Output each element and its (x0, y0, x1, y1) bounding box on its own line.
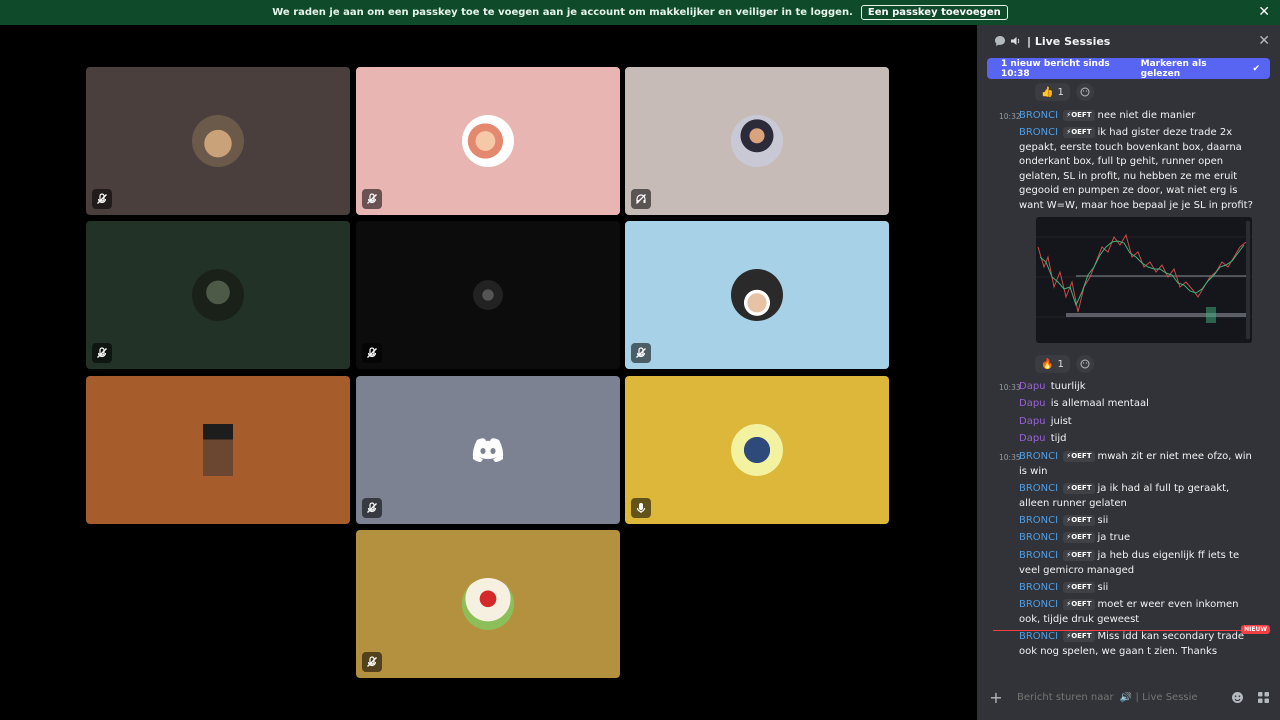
participant-tile[interactable] (356, 67, 620, 215)
reaction-row: 🔥 1 (1035, 355, 1094, 373)
role-tag: ⚡OEFT (1063, 483, 1095, 494)
timestamp: 10:33 (999, 383, 1021, 392)
avatar (462, 269, 514, 321)
video-grid (0, 25, 975, 720)
reaction-thumbs-up[interactable]: 👍 1 (1035, 83, 1070, 101)
author-name[interactable]: BRONCI (1019, 110, 1058, 121)
mic-muted-icon (92, 343, 112, 363)
message-text: nee niet die manier (1097, 110, 1196, 121)
reaction-fire[interactable]: 🔥 1 (1035, 355, 1070, 373)
speaker-icon (1009, 34, 1023, 48)
reaction-count: 1 (1057, 358, 1064, 370)
avatar (192, 269, 244, 321)
channel-title: | Live Sessies (1027, 34, 1111, 48)
timestamp: 10:32 (999, 112, 1021, 121)
participant-tile[interactable] (86, 221, 350, 369)
chat-header: | Live Sessies ✕ (977, 25, 1280, 57)
timestamp: 10:35 (999, 453, 1021, 462)
avatar (462, 578, 514, 630)
message-text: tuurlijk (1050, 381, 1086, 392)
reaction-emoji: 👍 (1041, 86, 1054, 98)
add-reaction-icon[interactable] (1075, 355, 1094, 373)
mic-muted-icon (362, 652, 382, 672)
avatar (192, 115, 244, 167)
avatar (462, 115, 514, 167)
message-text: sii (1097, 515, 1109, 526)
mic-muted-icon (362, 498, 382, 518)
chat-panel: | Live Sessies ✕ 1 nieuw bericht sinds 1… (977, 25, 1280, 720)
message-text: sii (1097, 582, 1109, 593)
author-name[interactable]: BRONCI (1019, 550, 1058, 561)
participant-tile[interactable] (625, 67, 889, 215)
mic-muted-icon (362, 343, 382, 363)
message-text: juist (1050, 416, 1072, 427)
mark-read-icon: ✔ (1252, 63, 1260, 74)
author-name[interactable]: BRONCI (1019, 483, 1058, 494)
author-name[interactable]: Dapu (1019, 416, 1046, 427)
new-messages-bar[interactable]: 1 nieuw bericht sinds 10:38 Markeren als… (987, 58, 1270, 79)
mark-as-read-label: Markeren als gelezen (1140, 58, 1207, 79)
avatar (731, 424, 783, 476)
mic-icon (631, 498, 651, 518)
apps-icon[interactable] (1256, 690, 1270, 704)
participant-tile[interactable] (86, 67, 350, 215)
mic-muted-icon (92, 189, 112, 209)
role-tag: ⚡OEFT (1063, 631, 1095, 642)
reaction-count: 1 (1057, 86, 1064, 98)
author-name[interactable]: Dapu (1019, 398, 1046, 409)
participant-tile[interactable] (356, 221, 620, 369)
role-tag: ⚡OEFT (1063, 532, 1095, 543)
author-name[interactable]: Dapu (1019, 433, 1046, 444)
message-text: ik had gister deze trade 2x gepakt, eers… (1019, 127, 1253, 211)
message-input[interactable] (1017, 691, 1197, 703)
deafened-icon (631, 189, 651, 209)
mic-muted-icon (362, 189, 382, 209)
close-icon[interactable]: ✕ (1258, 4, 1270, 20)
message-text: tijd (1050, 433, 1067, 444)
author-name[interactable]: BRONCI (1019, 532, 1058, 543)
role-tag: ⚡OEFT (1063, 127, 1095, 138)
trade-chart-image[interactable] (1036, 217, 1252, 343)
role-tag: ⚡OEFT (1063, 110, 1095, 121)
author-name[interactable]: BRONCI (1019, 599, 1058, 610)
role-tag: ⚡OEFT (1063, 550, 1095, 561)
banner-text: We raden je aan om een passkey toe te vo… (272, 7, 853, 18)
close-icon[interactable]: ✕ (1258, 33, 1270, 49)
author-name[interactable]: BRONCI (1019, 631, 1058, 642)
chat-bubble-icon (993, 34, 1007, 48)
author-name[interactable]: BRONCI (1019, 127, 1058, 138)
emoji-icon[interactable] (1230, 690, 1244, 704)
reaction-emoji: 🔥 (1041, 358, 1054, 370)
message-composer: + (989, 683, 1270, 711)
author-name[interactable]: BRONCI (1019, 515, 1058, 526)
mark-as-read-button[interactable]: Markeren als gelezen ✔ (1141, 59, 1260, 79)
role-tag: ⚡OEFT (1063, 451, 1095, 462)
author-name[interactable]: Dapu (1019, 381, 1046, 392)
passkey-banner: We raden je aan om een passkey toe te vo… (0, 0, 1280, 25)
participant-tile[interactable] (356, 376, 620, 524)
add-passkey-button[interactable]: Een passkey toevoegen (860, 5, 1008, 20)
role-tag: ⚡OEFT (1063, 515, 1095, 526)
author-name[interactable]: BRONCI (1019, 582, 1058, 593)
message-text: is allemaal mentaal (1050, 398, 1149, 409)
participant-tile[interactable] (356, 530, 620, 678)
role-tag: ⚡OEFT (1063, 582, 1095, 593)
new-messages-text: 1 nieuw bericht sinds 10:38 (1001, 58, 1110, 79)
mic-muted-icon (631, 343, 651, 363)
avatar (731, 269, 783, 321)
plus-icon[interactable]: + (989, 688, 1003, 707)
avatar (731, 115, 783, 167)
add-reaction-icon[interactable] (1075, 83, 1094, 101)
message-text: ja true (1097, 532, 1131, 543)
discord-logo-icon (462, 424, 514, 476)
participant-tile[interactable] (625, 221, 889, 369)
participant-tile[interactable] (625, 376, 889, 524)
role-tag: ⚡OEFT (1063, 599, 1095, 610)
avatar (203, 424, 233, 476)
reaction-row: 👍 1 (1035, 83, 1094, 101)
author-name[interactable]: BRONCI (1019, 451, 1058, 462)
participant-tile[interactable] (86, 376, 350, 524)
